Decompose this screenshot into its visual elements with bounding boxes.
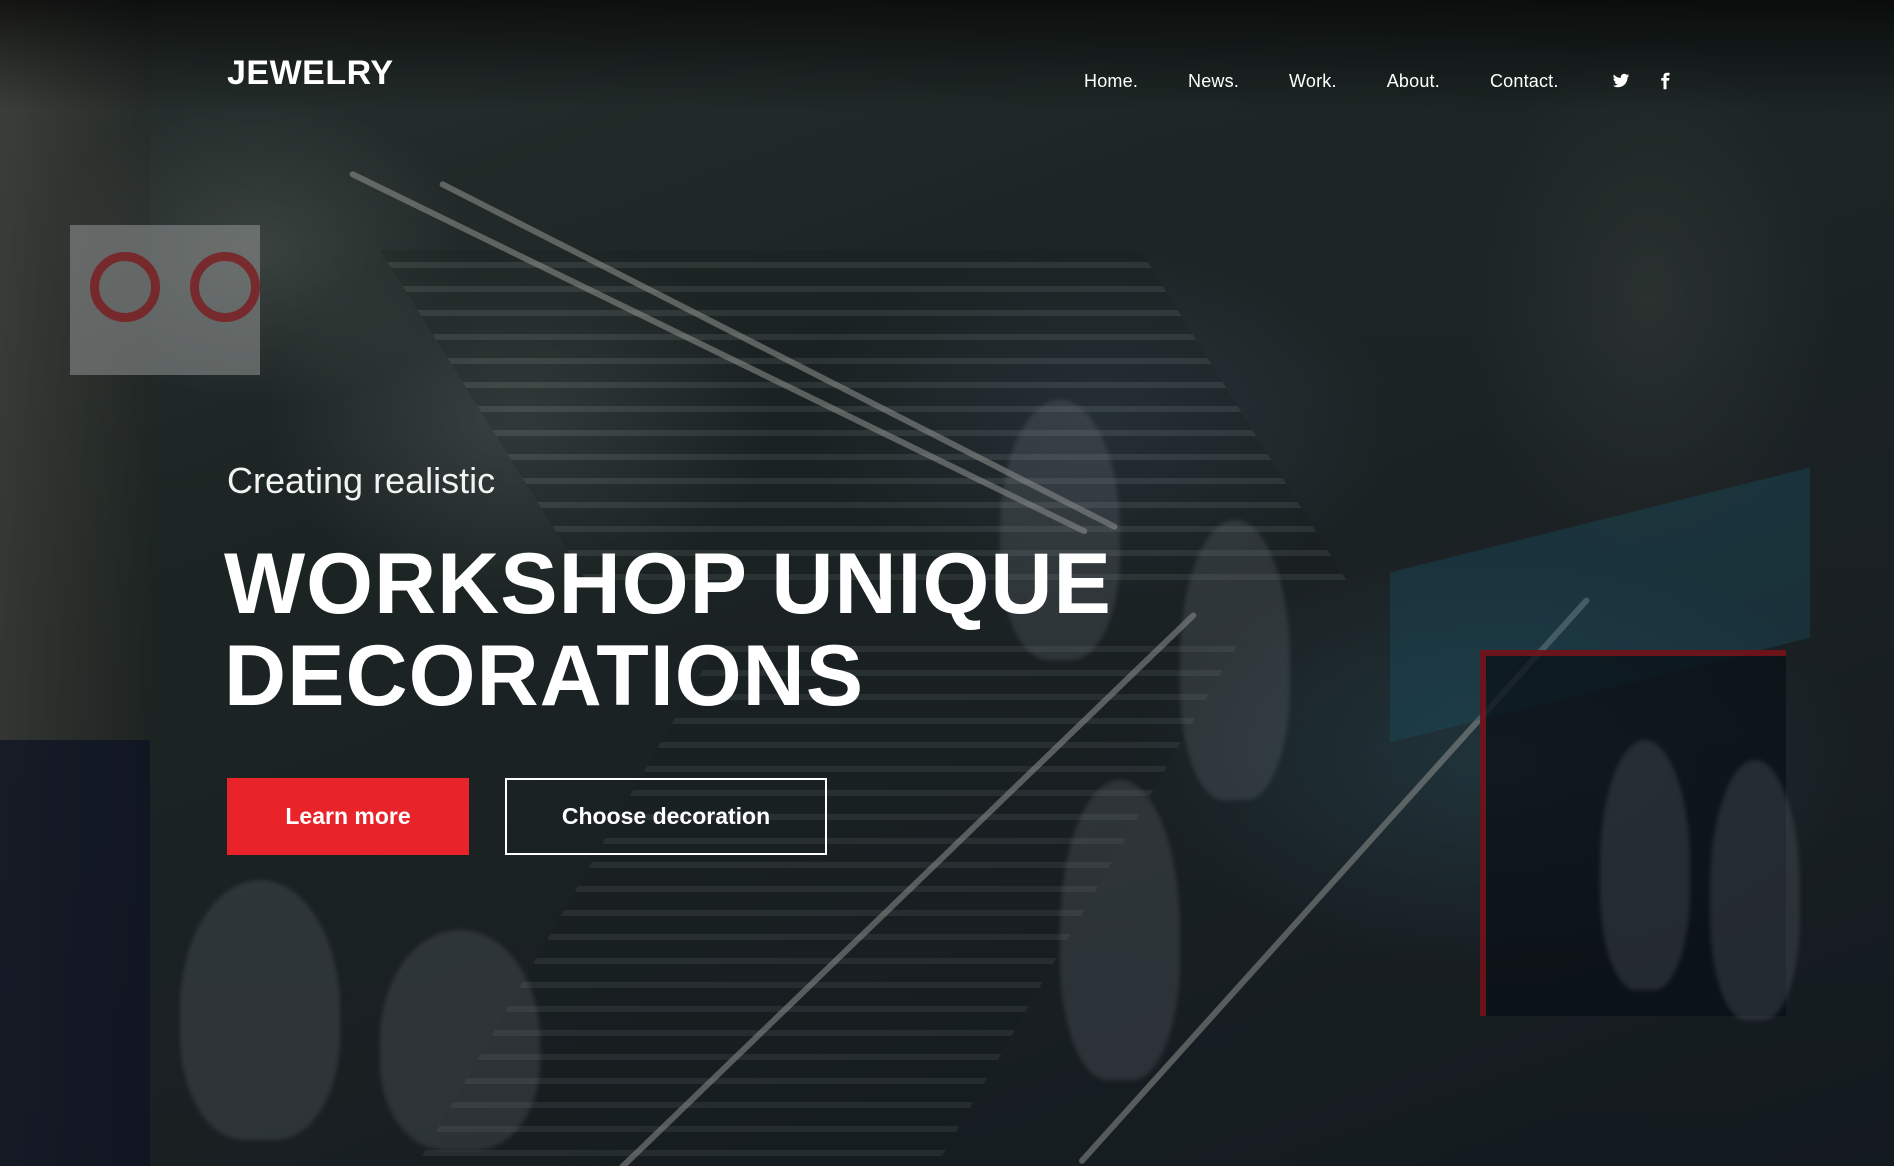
facebook-icon[interactable] <box>1656 72 1674 90</box>
hero-title-line-1: WORKSHOP UNIQUE <box>224 536 1112 632</box>
hero-section: JEWELRY Home. News. Work. About. Contact… <box>0 0 1894 1166</box>
nav-about[interactable]: About. <box>1387 71 1440 92</box>
site-header: JEWELRY Home. News. Work. About. Contact… <box>0 0 1894 160</box>
twitter-icon[interactable] <box>1612 72 1630 90</box>
hero-subtitle: Creating realistic <box>227 460 496 501</box>
hero-title-line-2: DECORATIONS <box>224 628 865 724</box>
learn-more-button[interactable]: Learn more <box>227 778 469 855</box>
choose-decoration-button[interactable]: Choose decoration <box>505 778 827 855</box>
site-logo[interactable]: JEWELRY <box>227 54 394 93</box>
social-links <box>1612 72 1674 90</box>
nav-contact[interactable]: Contact. <box>1490 71 1559 92</box>
nav-news[interactable]: News. <box>1188 71 1239 92</box>
nav-work[interactable]: Work. <box>1289 71 1337 92</box>
main-nav: Home. News. Work. About. Contact. <box>1084 71 1559 92</box>
hero-title: WORKSHOP UNIQUE DECORATIONS <box>224 538 1224 722</box>
nav-home[interactable]: Home. <box>1084 71 1138 92</box>
